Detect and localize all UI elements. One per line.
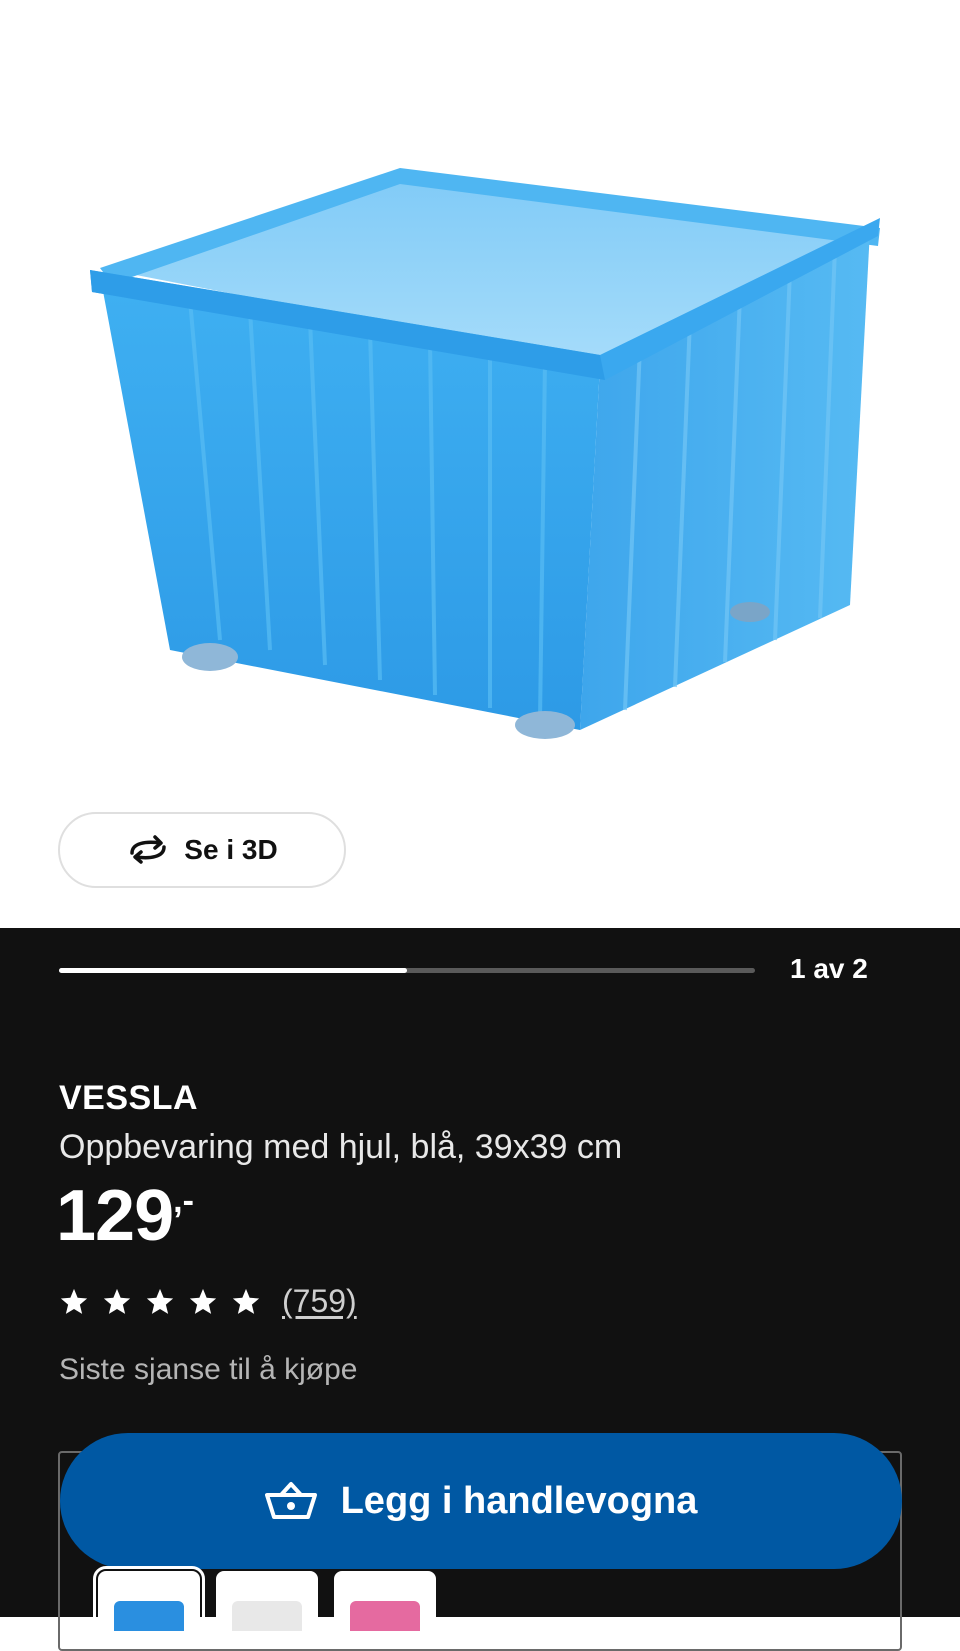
view-3d-button[interactable]: Se i 3D [58, 812, 346, 888]
star-icon [189, 1288, 217, 1314]
variant-swatch [114, 1601, 184, 1631]
last-chance-notice: Siste sjanse til å kjøpe [59, 1353, 358, 1386]
review-count-link[interactable]: (759) [282, 1283, 357, 1320]
gallery-progress-bar [59, 968, 755, 973]
star-icon [103, 1288, 131, 1314]
star-icon [232, 1288, 260, 1314]
product-gallery[interactable]: Se i 3D [0, 0, 960, 928]
product-info-panel: 1 av 2 VESSLA Oppbevaring med hjul, blå,… [0, 928, 960, 1651]
star-icon [60, 1288, 88, 1314]
product-description: Oppbevaring med hjul, blå, 39x39 cm [59, 1128, 623, 1166]
product-rating[interactable]: (759) [59, 1283, 357, 1320]
view-3d-label: Se i 3D [184, 834, 278, 865]
add-to-cart-button[interactable]: Legg i handlevogna [60, 1433, 902, 1569]
add-to-cart-label: Legg i handlevogna [340, 1479, 698, 1522]
price-suffix: ,- [173, 1182, 194, 1220]
gallery-progress-fill [59, 968, 407, 973]
variant-swatch [350, 1601, 420, 1631]
product-price: 129,- [56, 1180, 194, 1252]
variant-thumbnail-blue[interactable] [93, 1566, 205, 1636]
variant-thumbnail-white[interactable] [216, 1571, 318, 1631]
variant-thumbnail-pink[interactable] [334, 1571, 436, 1631]
rotate-3d-icon [130, 835, 167, 864]
price-value: 129 [56, 1176, 174, 1256]
variant-thumbnails [93, 1566, 436, 1636]
product-name: VESSLA [59, 1079, 199, 1117]
basket-icon [264, 1482, 317, 1519]
gallery-counter: 1 av 2 [790, 953, 868, 984]
product-image[interactable] [40, 150, 920, 790]
star-icon [146, 1288, 174, 1314]
variant-swatch [232, 1601, 302, 1631]
